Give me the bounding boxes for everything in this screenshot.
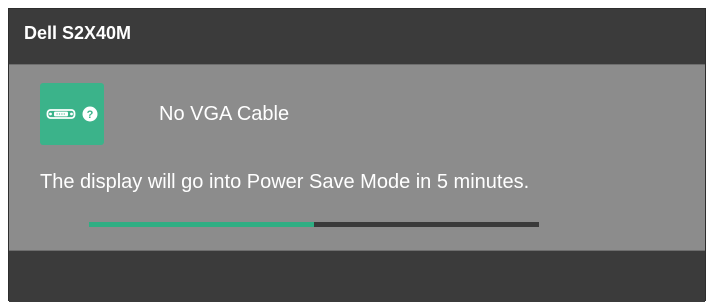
question-mark-icon: ? — [82, 106, 98, 122]
status-row: ? No VGA Cable — [40, 83, 289, 145]
monitor-model-title: Dell S2X40M — [24, 23, 132, 43]
status-message: No VGA Cable — [159, 102, 290, 125]
title-bar: Dell S2X40M — [9, 9, 705, 64]
message-panel: ? No VGA Cable The display will go into … — [9, 64, 705, 251]
vga-connector-icon — [46, 109, 76, 119]
countdown-progress-bar — [89, 222, 539, 227]
osd-window: Dell S2X40M ? No VGA Cable The display w… — [8, 8, 706, 302]
progress-fill — [89, 222, 314, 227]
power-save-info: The display will go into Power Save Mode… — [40, 171, 530, 193]
question-mark-glyph: ? — [87, 109, 94, 121]
status-icon-box: ? — [40, 83, 104, 145]
bottom-bar — [9, 251, 705, 302]
